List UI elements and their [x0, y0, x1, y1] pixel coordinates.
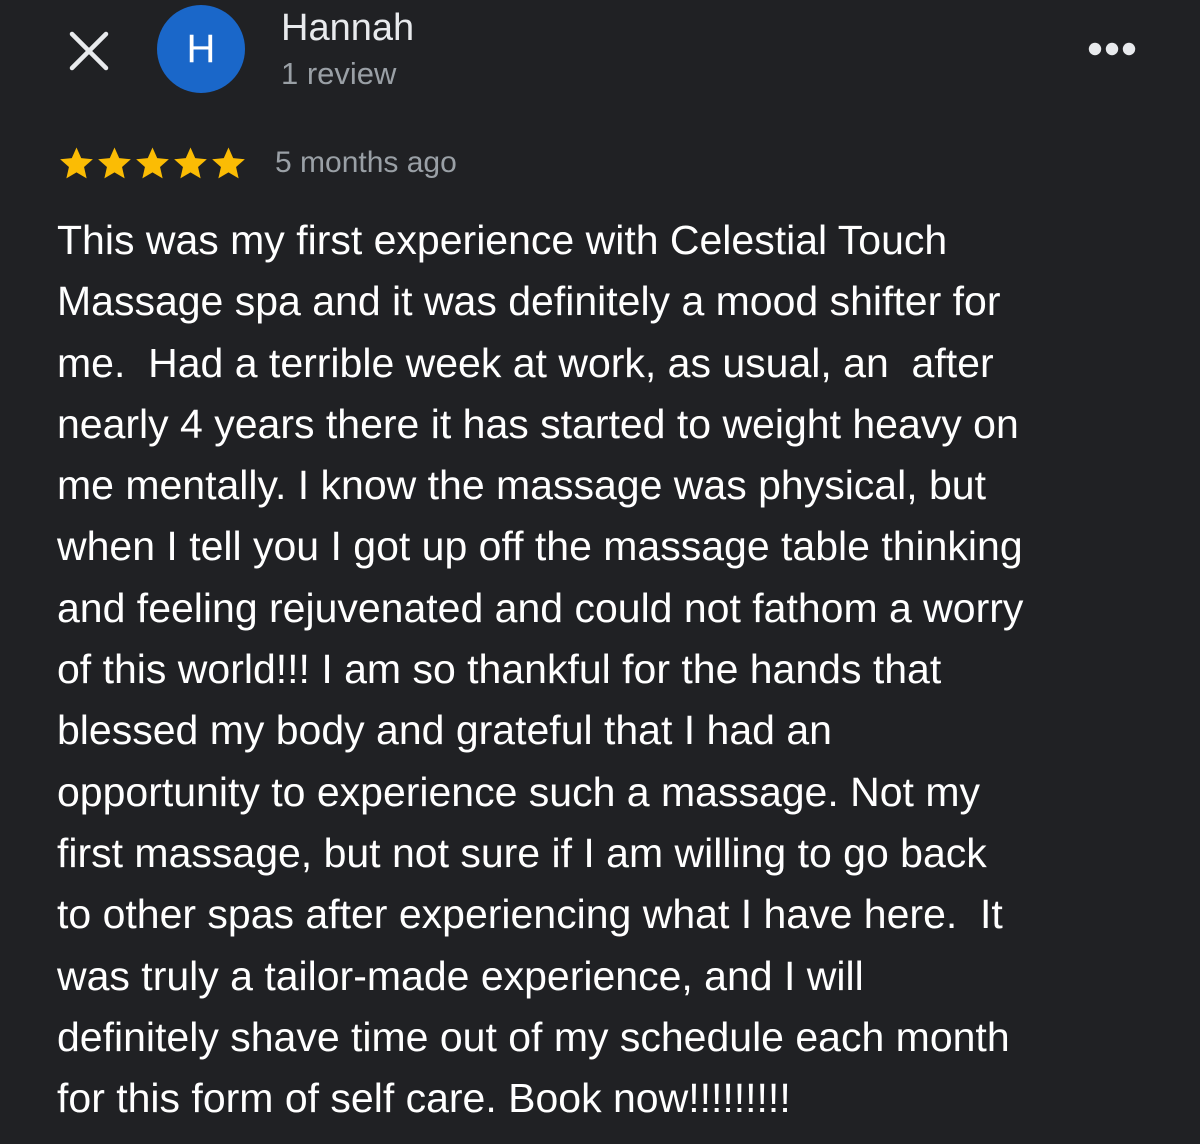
close-icon: [69, 31, 109, 71]
star-rating: [58, 145, 248, 182]
review-text: This was my first experience with Celest…: [57, 210, 1147, 1129]
star-icon: [174, 146, 207, 178]
review-text-line: blessed my body and grateful that I had …: [57, 707, 832, 754]
reviewer-name[interactable]: Hannah: [281, 6, 414, 50]
more-horizontal-icon: [1088, 42, 1136, 56]
review-text-line: for this form of self care. Book now!!!!…: [57, 1075, 791, 1122]
review-text-line: to other spas after experiencing what I …: [57, 891, 1003, 938]
close-button[interactable]: [62, 24, 116, 78]
review-text-line: was truly a tailor-made experience, and …: [57, 952, 864, 999]
rating-row: 5 months ago: [58, 140, 457, 186]
review-text-line: of this world!!! I am so thankful for th…: [57, 646, 942, 693]
review-text-line: first massage, but not sure if I am will…: [57, 829, 987, 876]
review-text-line: nearly 4 years there it has started to w…: [57, 400, 1019, 447]
review-count: 1 review: [281, 56, 397, 91]
avatar[interactable]: H: [157, 5, 245, 93]
star-icon: [212, 146, 245, 178]
review-text-line: Massage spa and it was definitely a mood…: [57, 278, 1001, 325]
avatar-initial: H: [186, 26, 216, 71]
review-text-line: This was my first experience with Celest…: [57, 217, 948, 263]
more-options-button[interactable]: [1082, 30, 1142, 68]
review-text-line: when I tell you I got up off the massage…: [57, 523, 1023, 570]
review-text-line: me mentally. I know the massage was phys…: [57, 462, 986, 509]
review-text-line: definitely shave time out of my schedule…: [57, 1013, 1010, 1060]
review-date: 5 months ago: [275, 146, 457, 179]
star-icon: [60, 146, 93, 178]
star-icon: [98, 146, 131, 178]
review-text-line: me. Had a terrible week at work, as usua…: [57, 339, 994, 386]
review-text-line: and feeling rejuvenated and could not fa…: [57, 584, 1024, 631]
star-icon: [136, 146, 169, 178]
review-text-line: opportunity to experience such a massage…: [57, 768, 980, 815]
